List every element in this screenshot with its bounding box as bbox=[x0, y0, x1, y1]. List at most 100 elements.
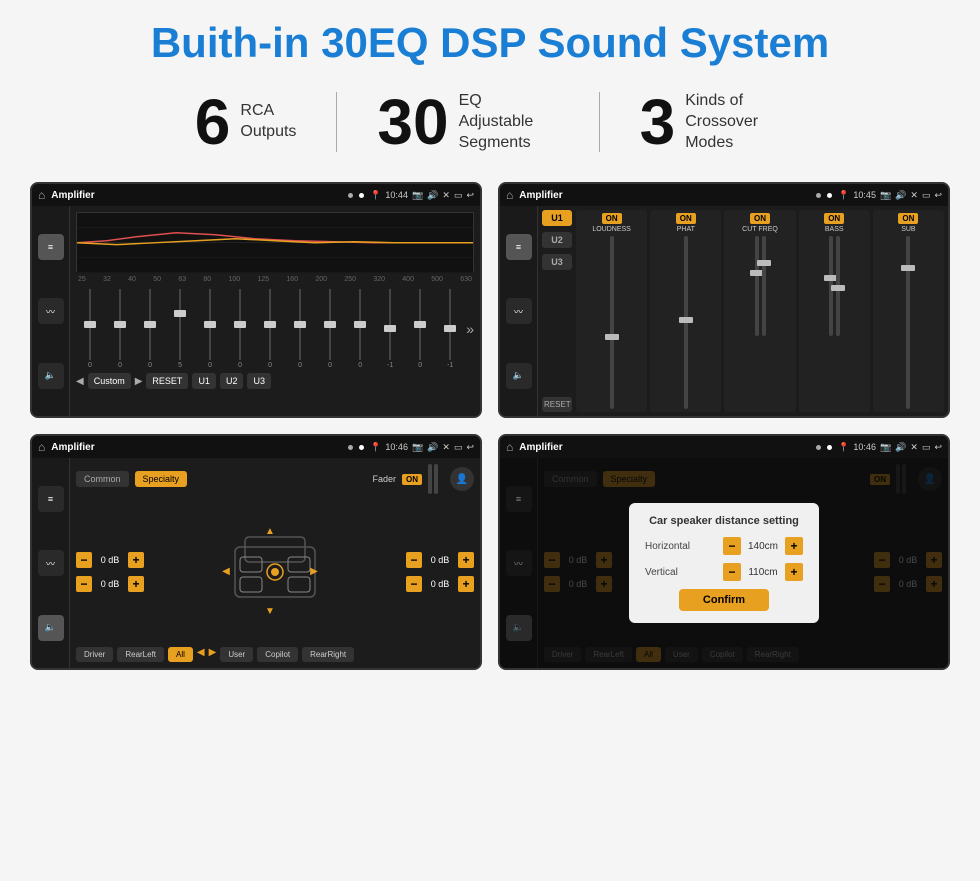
eq-sidebar: ≡ 〰 🔈 bbox=[32, 206, 70, 416]
channel-loudness: ON LOUDNESS bbox=[576, 210, 647, 412]
fader-screen-card: ⌂ Amplifier 📍 10:46 📷 🔊 ✕ ▭ ↩ ≡ 〰 🔈 bbox=[30, 434, 482, 670]
eq-slider-6[interactable]: 0 bbox=[256, 289, 284, 369]
u2-btn-eq[interactable]: U2 bbox=[220, 373, 244, 389]
distance-dialog-overlay: Car speaker distance setting Horizontal … bbox=[500, 458, 948, 668]
reset-btn[interactable]: RESET bbox=[146, 373, 188, 389]
all-btn[interactable]: All bbox=[168, 647, 193, 662]
fader-mini-slider-1[interactable] bbox=[428, 464, 432, 494]
fader-dialog-status-icons: 📍 10:46 📷 🔊 ✕ ▭ ↩ bbox=[838, 442, 942, 453]
eq-slider-4[interactable]: 0 bbox=[196, 289, 224, 369]
sub-on-btn[interactable]: ON bbox=[898, 213, 918, 224]
car-diagram: ▲ ▼ ◀ ▶ bbox=[148, 522, 402, 622]
back-icon: ↩ bbox=[466, 190, 474, 201]
fader-sidebar-wave[interactable]: 〰 bbox=[38, 550, 64, 576]
phat-on-btn[interactable]: ON bbox=[676, 213, 696, 224]
db-plus-tr[interactable]: + bbox=[458, 552, 474, 568]
next-btn[interactable]: ▶ bbox=[135, 376, 143, 387]
vertical-plus-btn[interactable]: + bbox=[785, 563, 803, 581]
home-icon: ⌂ bbox=[38, 188, 45, 202]
rear-right-btn[interactable]: RearRight bbox=[302, 647, 354, 662]
stat-eq: 30 EQ Adjustable Segments bbox=[337, 90, 598, 154]
u1-btn[interactable]: U1 bbox=[542, 210, 572, 226]
vertical-value: 110cm bbox=[745, 567, 781, 578]
fader-sidebar-speaker[interactable]: 🔈 bbox=[38, 615, 64, 641]
fader-sidebar-eq[interactable]: ≡ bbox=[38, 486, 64, 512]
status-dot-1 bbox=[348, 193, 353, 198]
loudness-on-btn[interactable]: ON bbox=[602, 213, 622, 224]
crossover-channels: ON LOUDNESS ON PHAT bbox=[576, 210, 944, 412]
u3-btn[interactable]: U3 bbox=[542, 254, 572, 270]
eq-slider-12[interactable]: -1 bbox=[436, 289, 464, 369]
db-plus-bl[interactable]: + bbox=[128, 576, 144, 592]
svg-text:◀: ◀ bbox=[222, 566, 230, 577]
window-icon-3: ▭ bbox=[454, 442, 463, 453]
eq-screen-card: ⌂ Amplifier 📍 10:44 📷 🔊 ✕ ▭ ↩ ≡ 〰 🔈 bbox=[30, 182, 482, 418]
fader-on-badge[interactable]: ON bbox=[402, 474, 422, 485]
eq-slider-11[interactable]: 0 bbox=[406, 289, 434, 369]
copilot-btn[interactable]: Copilot bbox=[257, 647, 298, 662]
cutfreq-on-btn[interactable]: ON bbox=[750, 213, 770, 224]
eq-sidebar-speaker[interactable]: 🔈 bbox=[38, 363, 64, 389]
driver-btn[interactable]: Driver bbox=[76, 647, 113, 662]
eq-slider-9[interactable]: 0 bbox=[346, 289, 374, 369]
channel-phat: ON PHAT bbox=[650, 210, 721, 412]
horizontal-plus-btn[interactable]: + bbox=[785, 537, 803, 555]
eq-slider-1[interactable]: 0 bbox=[106, 289, 134, 369]
camera-icon-2: 📷 bbox=[880, 190, 891, 201]
close-icon-3: ✕ bbox=[442, 442, 450, 453]
db-control-tl: − 0 dB + bbox=[76, 552, 144, 568]
confirm-button[interactable]: Confirm bbox=[679, 589, 769, 611]
crossover-u-buttons: U1 U2 U3 RESET bbox=[542, 210, 572, 412]
fader-mini-slider-2[interactable] bbox=[434, 464, 438, 494]
u2-btn[interactable]: U2 bbox=[542, 232, 572, 248]
crossover-screen-content: ≡ 〰 🔈 U1 U2 U3 RESET ON LOUDNESS bbox=[500, 206, 948, 416]
eq-slider-2[interactable]: 0 bbox=[136, 289, 164, 369]
page-title: Buith-in 30EQ DSP Sound System bbox=[30, 20, 950, 66]
eq-freq-labels: 2532 4050 6380 100125 160200 250320 4005… bbox=[76, 276, 474, 283]
eq-sidebar-wave[interactable]: 〰 bbox=[38, 298, 64, 324]
u1-btn-eq[interactable]: U1 bbox=[192, 373, 216, 389]
crossover-sidebar-speaker[interactable]: 🔈 bbox=[506, 363, 532, 389]
channel-bass: ON BASS bbox=[799, 210, 870, 412]
db-minus-br[interactable]: − bbox=[406, 576, 422, 592]
sub-slider bbox=[875, 236, 942, 409]
rear-left-btn[interactable]: RearLeft bbox=[117, 647, 164, 662]
eq-sidebar-equalizer[interactable]: ≡ bbox=[38, 234, 64, 260]
crossover-sidebar-eq[interactable]: ≡ bbox=[506, 234, 532, 260]
fader-app-title: Amplifier bbox=[51, 442, 342, 453]
horizontal-minus-btn[interactable]: − bbox=[723, 537, 741, 555]
eq-time: 10:44 bbox=[385, 190, 408, 200]
bass-on-btn[interactable]: ON bbox=[824, 213, 844, 224]
svg-text:▲: ▲ bbox=[265, 526, 275, 537]
db-control-tr: − 0 dB + bbox=[406, 552, 474, 568]
db-minus-tr[interactable]: − bbox=[406, 552, 422, 568]
stat-eq-label: EQ Adjustable Segments bbox=[459, 91, 559, 153]
bass-label: BASS bbox=[825, 226, 844, 233]
vertical-minus-btn[interactable]: − bbox=[723, 563, 741, 581]
eq-slider-3[interactable]: 5 bbox=[166, 289, 194, 369]
volume-icon-3: 🔊 bbox=[427, 442, 438, 453]
db-minus-bl[interactable]: − bbox=[76, 576, 92, 592]
crossover-reset-btn[interactable]: RESET bbox=[542, 397, 572, 412]
crossover-sidebar-wave[interactable]: 〰 bbox=[506, 298, 532, 324]
eq-slider-10[interactable]: -1 bbox=[376, 289, 404, 369]
u3-btn-eq[interactable]: U3 bbox=[247, 373, 271, 389]
prev-btn[interactable]: ◀ bbox=[76, 376, 84, 387]
user-btn[interactable]: User bbox=[220, 647, 253, 662]
vertical-control: − 110cm + bbox=[723, 563, 803, 581]
eq-slider-7[interactable]: 0 bbox=[286, 289, 314, 369]
home-icon-3: ⌂ bbox=[38, 440, 45, 454]
dialog-horizontal-row: Horizontal − 140cm + bbox=[645, 537, 803, 555]
eq-slider-5[interactable]: 0 bbox=[226, 289, 254, 369]
db-plus-br[interactable]: + bbox=[458, 576, 474, 592]
specialty-mode-btn[interactable]: Specialty bbox=[135, 471, 188, 487]
common-mode-btn[interactable]: Common bbox=[76, 471, 129, 487]
back-icon-4: ↩ bbox=[934, 442, 942, 453]
eq-status-bar: ⌂ Amplifier 📍 10:44 📷 🔊 ✕ ▭ ↩ bbox=[32, 184, 480, 206]
db-minus-tl[interactable]: − bbox=[76, 552, 92, 568]
status-dot-6 bbox=[359, 445, 364, 450]
eq-slider-8[interactable]: 0 bbox=[316, 289, 344, 369]
more-icon: » bbox=[466, 321, 474, 337]
eq-slider-0[interactable]: 0 bbox=[76, 289, 104, 369]
db-plus-tl[interactable]: + bbox=[128, 552, 144, 568]
